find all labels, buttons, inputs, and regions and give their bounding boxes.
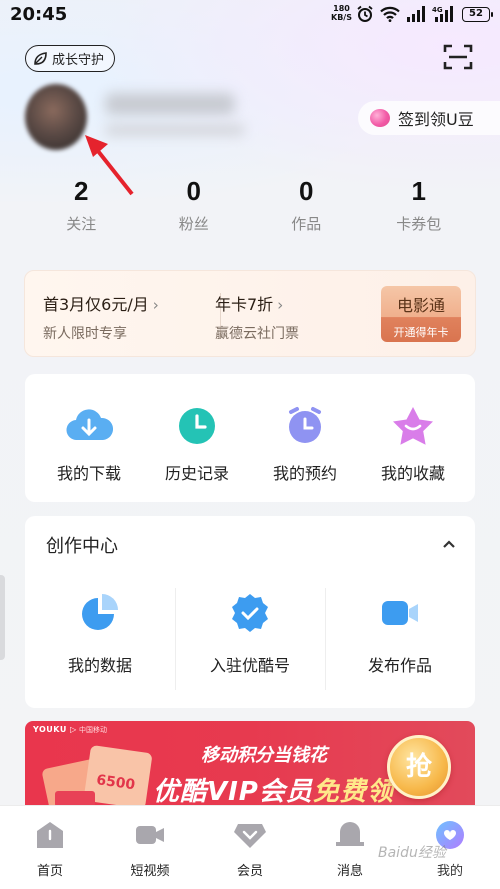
tab-short-video[interactable]: 短视频 xyxy=(100,806,200,889)
publish-work-button[interactable]: 发布作品 xyxy=(325,592,475,676)
favorites-button[interactable]: 我的收藏 xyxy=(357,406,469,484)
vip-offer-title-row: 年卡7折 › xyxy=(215,291,299,315)
movie-pass-title: 电影通 xyxy=(396,296,445,315)
my-downloads-button[interactable]: 我的下载 xyxy=(33,406,145,484)
vip-offer-title: 首3月仅6元/月 xyxy=(43,295,149,314)
stat-label: 作品 xyxy=(291,215,322,233)
tab-label: 消息 xyxy=(336,864,363,879)
alarm-clock-icon xyxy=(289,407,321,443)
quick-action-label: 我的下载 xyxy=(56,464,121,483)
watermark: Baidu经验 xyxy=(378,845,446,861)
history-button[interactable]: 历史记录 xyxy=(141,406,253,484)
stat-value: 2 xyxy=(74,176,89,206)
grab-button[interactable]: 抢 xyxy=(387,735,451,799)
reservations-button[interactable]: 我的预约 xyxy=(249,406,361,484)
vip-promo-card: 首3月仅6元/月 › 新人限时专享 年卡7折 › 赢德云社门票 电影通 开通得年卡 xyxy=(24,270,476,357)
tab-label: 会员 xyxy=(236,864,263,879)
vip-offer-monthly[interactable]: 首3月仅6元/月 › 新人限时专享 xyxy=(43,291,159,343)
banner-title: 优酷VIP会员免费领 xyxy=(153,771,394,808)
leaf-icon xyxy=(34,51,47,65)
creator-item-label: 我的数据 xyxy=(67,656,132,675)
quick-actions-card: 我的下载 历史记录 我的预约 我的收藏 xyxy=(25,374,475,502)
tab-label: 短视频 xyxy=(130,864,170,879)
short-video-icon xyxy=(136,826,164,844)
stat-label: 关注 xyxy=(66,215,97,233)
growth-badge-label: 成长守护 xyxy=(52,53,105,68)
banner-title-highlight: 免费领 xyxy=(312,777,394,807)
floating-side-handle[interactable] xyxy=(0,575,5,660)
u-bean-icon xyxy=(370,109,390,127)
pie-chart-icon xyxy=(82,594,118,630)
vip-offer-title: 年卡7折 xyxy=(215,295,274,314)
promo-banner[interactable]: YOUKU ▷ 中国移动 6500 移动积分当钱花 优酷VIP会员免费领 抢 xyxy=(25,721,475,816)
chevron-up-icon[interactable] xyxy=(441,536,457,552)
video-camera-icon xyxy=(382,601,418,625)
cloud-download-icon xyxy=(66,409,114,441)
stat-label: 卡券包 xyxy=(396,215,442,233)
movie-pass-subtitle: 开通得年卡 xyxy=(393,326,449,339)
checkin-label: 签到领U豆 xyxy=(398,110,474,129)
stat-label: 粉丝 xyxy=(178,215,209,233)
network-speed: 180 KB/S xyxy=(331,4,352,22)
join-youku-button[interactable]: 入驻优酷号 xyxy=(175,592,325,676)
stat-value: 1 xyxy=(411,176,426,206)
vip-offer-subtitle: 新人限时专享 xyxy=(43,326,127,342)
creator-item-label: 发布作品 xyxy=(367,656,432,675)
movie-pass-button[interactable]: 电影通 开通得年卡 xyxy=(381,286,461,342)
wifi-icon xyxy=(380,6,400,22)
stat-coupons[interactable]: 1 卡券包 xyxy=(363,176,476,234)
status-icons: 4G 52 xyxy=(356,5,493,23)
home-icon xyxy=(37,822,63,848)
banner-title-prefix: 优酷VIP会员 xyxy=(153,777,313,807)
network-speed-unit: KB/S xyxy=(331,13,352,22)
alarm-icon xyxy=(357,5,373,22)
username-blurred[interactable] xyxy=(105,93,235,115)
stat-fans[interactable]: 0 粉丝 xyxy=(138,176,251,234)
banner-headline: 移动积分当钱花 xyxy=(201,745,327,766)
checkin-button[interactable]: 签到领U豆 xyxy=(358,101,500,135)
scan-icon[interactable] xyxy=(443,43,473,71)
creator-center-title: 创作中心 xyxy=(46,536,118,557)
vip-offer-title-row: 首3月仅6元/月 › xyxy=(43,291,159,315)
battery-icon: 52 xyxy=(462,6,493,22)
creator-center-card: 创作中心 我的数据 入驻优酷号 发布作品 xyxy=(25,516,475,708)
my-data-button[interactable]: 我的数据 xyxy=(25,592,175,676)
stat-value: 0 xyxy=(186,176,201,206)
chevron-right-icon: › xyxy=(152,296,159,314)
tab-home[interactable]: 首页 xyxy=(0,806,100,889)
quick-action-label: 我的预约 xyxy=(272,464,337,483)
stat-following[interactable]: 2 关注 xyxy=(25,176,138,234)
tab-label: 我的 xyxy=(436,864,463,879)
vip-offer-annual[interactable]: 年卡7折 › 赢德云社门票 xyxy=(215,291,299,343)
stat-works[interactable]: 0 作品 xyxy=(250,176,363,234)
quick-action-label: 历史记录 xyxy=(164,464,229,483)
message-bell-icon xyxy=(336,822,364,846)
status-bar: 20:45 180 KB/S 4G 52 xyxy=(0,0,500,30)
chevron-right-icon: › xyxy=(277,296,284,314)
tab-vip[interactable]: 会员 xyxy=(200,806,300,889)
profile-stats: 2 关注 0 粉丝 0 作品 1 卡券包 xyxy=(25,176,475,234)
signal-4g-icon: 4G xyxy=(432,6,453,22)
vip-diamond-icon xyxy=(234,824,266,848)
star-icon xyxy=(393,407,433,445)
growth-protection-badge[interactable]: 成长守护 xyxy=(25,45,116,72)
status-time: 20:45 xyxy=(10,4,68,25)
network-speed-value: 180 xyxy=(333,4,350,13)
quick-action-label: 我的收藏 xyxy=(380,464,445,483)
svg-text:4G: 4G xyxy=(432,6,443,14)
partner-logo: 中国移动 xyxy=(79,726,107,734)
avatar[interactable] xyxy=(25,84,87,150)
creator-item-label: 入驻优酷号 xyxy=(209,656,290,675)
youku-logo: YOUKU ▷ xyxy=(33,725,77,734)
stat-value: 0 xyxy=(299,176,314,206)
clock-icon xyxy=(179,408,215,444)
tab-label: 首页 xyxy=(36,864,63,879)
verified-badge-icon xyxy=(232,594,268,632)
vip-offer-subtitle: 赢德云社门票 xyxy=(215,326,299,342)
signal-icon xyxy=(407,6,425,22)
